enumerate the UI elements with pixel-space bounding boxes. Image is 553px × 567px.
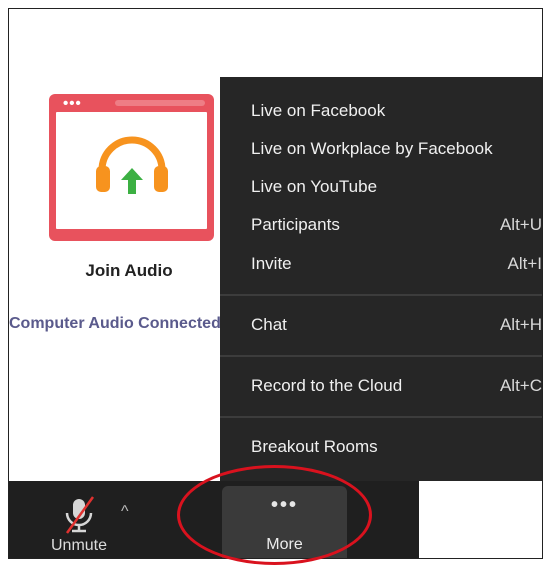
unmute-label: Unmute [50,537,108,554]
join-audio-label[interactable]: Join Audio [9,261,249,281]
menu-divider [220,355,542,357]
headphones-icon [96,136,168,194]
menu-item-live-facebook[interactable]: Live on Facebook [220,91,542,129]
menu-item-live-youtube[interactable]: Live on YouTube [220,167,542,205]
unmute-button[interactable]: Unmute [39,495,119,555]
join-audio-card[interactable]: ••• [49,94,214,241]
window-titlebar [115,100,205,106]
more-button[interactable]: ••• More [222,486,347,558]
zoom-window: ••• Join Audio Computer Audio Connected … [8,8,543,559]
menu-item-chat[interactable]: Chat Alt+H [220,305,542,343]
ellipsis-icon: ••• [270,494,298,516]
shortcut-label: Alt+H [499,315,542,334]
menu-item-invite[interactable]: Invite Alt+I [220,244,543,282]
menu-item-breakout-rooms[interactable]: Breakout Rooms [220,427,542,465]
menu-item-live-workplace[interactable]: Live on Workplace by Facebook [220,129,542,167]
window-dots-icon: ••• [63,95,82,112]
caret-up-icon[interactable]: ^ [121,503,129,521]
menu-divider [220,416,542,418]
upload-arrow-icon [121,168,143,194]
card-body [56,112,207,229]
shortcut-label: Alt+C [499,376,542,395]
computer-audio-status: Computer Audio Connected [9,315,221,332]
more-label: More [266,536,303,553]
menu-item-record-cloud[interactable]: Record to the Cloud Alt+C [220,366,542,404]
menu-item-participants[interactable]: Participants Alt+U [220,205,542,243]
shortcut-label: Alt+U [499,215,542,234]
menu-divider [220,294,542,296]
mic-muted-icon [65,496,95,534]
shortcut-label: Alt+I [507,254,543,273]
more-menu: Live on Facebook Live on Workplace by Fa… [220,77,543,481]
meeting-toolbar: Unmute ^ ••• More [9,481,419,558]
